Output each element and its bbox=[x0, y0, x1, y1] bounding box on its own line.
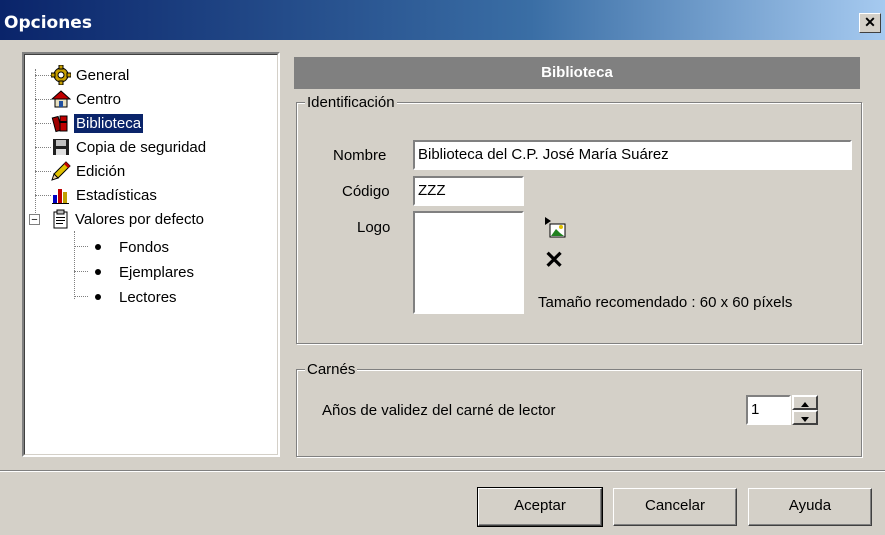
logo-size-hint: Tamaño recomendado : 60 x 60 píxels bbox=[538, 294, 793, 311]
bar-chart-icon bbox=[52, 189, 69, 204]
load-logo-button[interactable] bbox=[544, 216, 568, 240]
pencil-icon bbox=[51, 161, 71, 181]
bullet-icon bbox=[95, 269, 101, 275]
delete-icon: ✕ bbox=[544, 247, 565, 274]
tree-item-copia-de-seguridad[interactable]: Copia de seguridad bbox=[51, 135, 208, 159]
tree-item-edicion[interactable]: Edición bbox=[51, 159, 127, 183]
codigo-field[interactable]: ZZZ bbox=[413, 176, 524, 206]
delete-logo-button[interactable]: ✕ bbox=[544, 249, 564, 273]
cancel-button[interactable]: Cancelar bbox=[613, 488, 737, 526]
spin-down-button[interactable] bbox=[792, 410, 818, 425]
tree-item-biblioteca[interactable]: Biblioteca bbox=[51, 111, 144, 135]
bullet-icon bbox=[95, 244, 101, 250]
help-button[interactable]: Ayuda bbox=[748, 488, 872, 526]
close-button[interactable]: ✕ bbox=[859, 13, 881, 33]
tree-connector bbox=[35, 75, 51, 76]
validez-spinner[interactable] bbox=[792, 395, 818, 425]
clipboard-icon bbox=[53, 209, 68, 229]
nombre-field[interactable]: Biblioteca del C.P. José María Suárez bbox=[413, 140, 852, 170]
tree-connector bbox=[74, 231, 75, 299]
tree-item-label: Fondos bbox=[119, 238, 170, 256]
tree-subitem-fondos[interactable]: Fondos bbox=[87, 235, 171, 259]
validez-label: Años de validez del carné de lector bbox=[322, 402, 556, 419]
tree-connector bbox=[35, 99, 51, 100]
tree-connector bbox=[74, 271, 88, 272]
tree-item-valores-por-defecto[interactable]: − Valores por defecto bbox=[29, 207, 206, 231]
tree-connector bbox=[35, 195, 51, 196]
close-icon: ✕ bbox=[864, 14, 876, 30]
tree-item-label: General bbox=[76, 66, 130, 84]
tree-item-label: Copia de seguridad bbox=[76, 138, 207, 156]
tree-item-general[interactable]: General bbox=[51, 63, 131, 87]
nombre-label: Nombre bbox=[333, 147, 387, 164]
tree-item-label: Edición bbox=[76, 162, 126, 180]
tree-item-label: Biblioteca bbox=[74, 113, 144, 133]
minus-icon: − bbox=[31, 213, 38, 226]
tree-item-label: Estadísticas bbox=[76, 186, 157, 204]
arrow-up-icon bbox=[801, 402, 809, 407]
tree-connector bbox=[35, 147, 51, 148]
tree-item-label: Valores por defecto bbox=[75, 210, 204, 228]
tree-subitem-lectores[interactable]: Lectores bbox=[87, 285, 179, 309]
options-tree[interactable]: General Centro Biblioteca Copia de segur… bbox=[22, 52, 280, 457]
footer-separator bbox=[0, 470, 885, 472]
accept-button[interactable]: Aceptar bbox=[477, 487, 603, 527]
logo-label: Logo bbox=[357, 219, 391, 236]
arrow-down-icon bbox=[801, 417, 809, 422]
tree-subitem-ejemplares[interactable]: Ejemplares bbox=[87, 260, 196, 284]
logo-image-box[interactable] bbox=[413, 211, 524, 314]
tree-item-label: Lectores bbox=[119, 288, 177, 306]
window-title: Opciones bbox=[4, 13, 92, 33]
codigo-label: Código bbox=[342, 183, 390, 200]
gear-icon bbox=[51, 65, 71, 85]
carnes-group-title: Carnés bbox=[305, 361, 358, 378]
bullet-icon bbox=[95, 294, 101, 300]
load-image-icon bbox=[545, 217, 566, 238]
tree-item-label: Centro bbox=[76, 90, 122, 108]
books-icon bbox=[51, 115, 68, 133]
tree-connector bbox=[35, 171, 51, 172]
tree-connector bbox=[35, 123, 51, 124]
tree-item-estadisticas[interactable]: Estadísticas bbox=[51, 183, 159, 207]
house-icon bbox=[51, 90, 71, 108]
title-bar: Opciones ✕ bbox=[0, 0, 885, 40]
tree-connector bbox=[74, 246, 88, 247]
tree-connector bbox=[74, 296, 88, 297]
validez-input[interactable]: 1 bbox=[746, 395, 791, 425]
collapse-toggle[interactable]: − bbox=[29, 213, 40, 226]
section-header: Biblioteca bbox=[294, 57, 860, 89]
identificacion-group-title: Identificación bbox=[305, 94, 397, 111]
floppy-disk-icon bbox=[53, 139, 69, 155]
tree-item-label: Ejemplares bbox=[119, 263, 195, 281]
tree-item-centro[interactable]: Centro bbox=[51, 87, 123, 111]
spin-up-button[interactable] bbox=[792, 395, 818, 410]
